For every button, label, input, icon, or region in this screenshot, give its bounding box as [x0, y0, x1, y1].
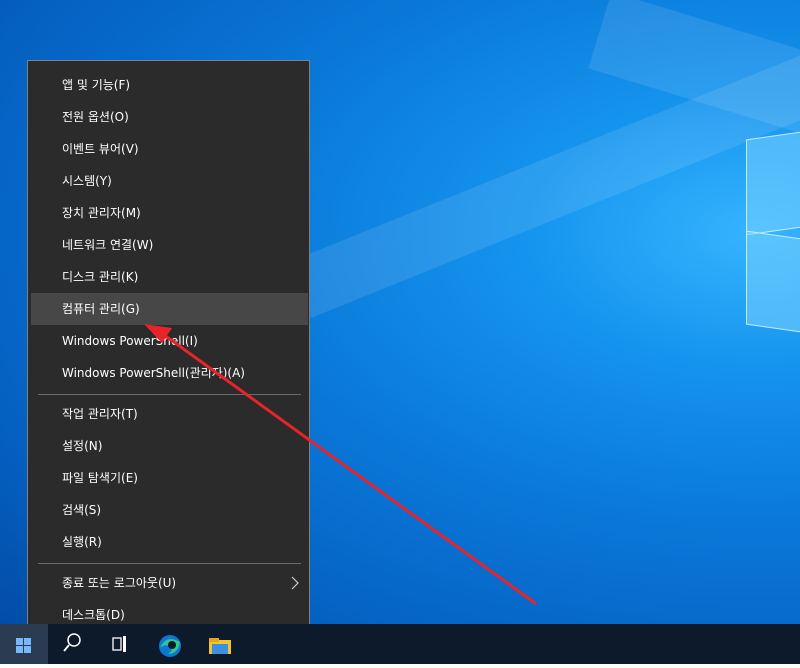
- windows-start-icon: [16, 638, 31, 653]
- search-icon: [63, 633, 81, 652]
- menu-item-file-explorer[interactable]: 파일 탐색기(E): [31, 462, 308, 494]
- winx-context-menu: 앱 및 기능(F) 전원 옵션(O) 이벤트 뷰어(V) 시스템(Y) 장치 관…: [27, 60, 310, 638]
- chevron-right-icon: [291, 576, 299, 590]
- menu-item-disk-management[interactable]: 디스크 관리(K): [31, 261, 308, 293]
- menu-item-shutdown[interactable]: 종료 또는 로그아웃(U): [31, 567, 308, 599]
- taskbar: [0, 624, 800, 664]
- menu-item-run[interactable]: 실행(R): [31, 526, 308, 558]
- menu-item-powershell[interactable]: Windows PowerShell(I): [31, 325, 308, 357]
- file-explorer-icon: [209, 638, 231, 654]
- edge-button[interactable]: [148, 624, 196, 664]
- menu-item-computer-management[interactable]: 컴퓨터 관리(G): [31, 293, 308, 325]
- windows-logo-wallpaper: [744, 130, 800, 335]
- menu-separator: [38, 394, 301, 395]
- menu-item-network-connections[interactable]: 네트워크 연결(W): [31, 229, 308, 261]
- task-view-button[interactable]: [96, 624, 144, 664]
- menu-item-search[interactable]: 검색(S): [31, 494, 308, 526]
- menu-item-system[interactable]: 시스템(Y): [31, 165, 308, 197]
- menu-item-settings[interactable]: 설정(N): [31, 430, 308, 462]
- file-explorer-button[interactable]: [196, 624, 244, 664]
- menu-item-event-viewer[interactable]: 이벤트 뷰어(V): [31, 133, 308, 165]
- start-button[interactable]: [0, 624, 48, 664]
- menu-separator: [38, 563, 301, 564]
- menu-item-apps-features[interactable]: 앱 및 기능(F): [31, 69, 308, 101]
- menu-item-shutdown-label: 종료 또는 로그아웃(U): [62, 576, 177, 590]
- search-button[interactable]: [48, 624, 96, 664]
- menu-item-powershell-admin[interactable]: Windows PowerShell(관리자)(A): [31, 357, 308, 389]
- menu-item-device-manager[interactable]: 장치 관리자(M): [31, 197, 308, 229]
- task-view-icon: [112, 636, 126, 652]
- menu-item-power-options[interactable]: 전원 옵션(O): [31, 101, 308, 133]
- edge-icon: [159, 635, 181, 657]
- menu-item-task-manager[interactable]: 작업 관리자(T): [31, 398, 308, 430]
